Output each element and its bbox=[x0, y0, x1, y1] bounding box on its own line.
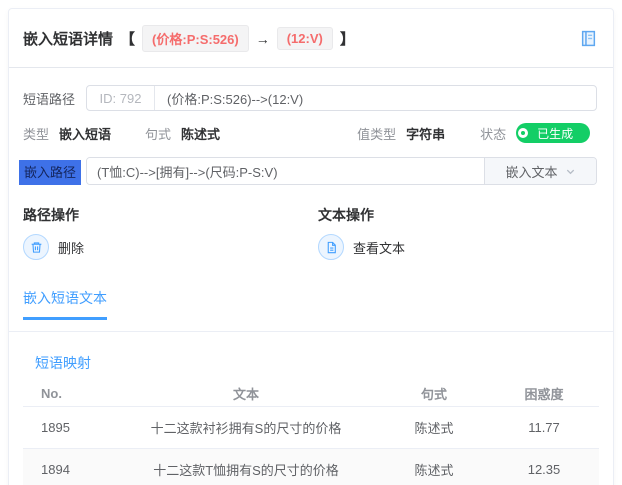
phrase-path-value: (价格:P:S:526)-->(12:V) bbox=[167, 91, 304, 107]
page-title: 嵌入短语详情 bbox=[23, 31, 114, 48]
tab-embed-phrase-text[interactable]: 嵌入短语文本 bbox=[23, 288, 107, 320]
embed-path-label-wrap: 嵌入路径 bbox=[19, 159, 86, 185]
embed-text-dropdown-label: 嵌入文本 bbox=[505, 164, 558, 180]
attributes-row: 类型 嵌入短语 句式 陈述式 值类型 字符串 状态 已生成 bbox=[23, 123, 597, 143]
table-row[interactable]: 1895 十二这款衬衫拥有S的尺寸的价格 陈述式 11.77 bbox=[23, 407, 599, 449]
cell-text: 十二这款衬衫拥有S的尺寸的价格 bbox=[150, 421, 342, 436]
header: 嵌入短语详情 【 (价格:P:S:526) → (12:V) 】 bbox=[9, 9, 613, 68]
chevron-down-icon bbox=[566, 169, 574, 174]
bracket-open: 【 bbox=[120, 31, 136, 48]
cell-text: 十二这款T恤拥有S的尺寸的价格 bbox=[153, 463, 339, 478]
status-toggle[interactable]: 已生成 bbox=[516, 123, 591, 143]
phrase-path-label: 短语路径 bbox=[23, 91, 76, 107]
value-type-value: 字符串 bbox=[406, 126, 446, 142]
embed-path-row: 嵌入路径 (T恤:C)-->[拥有]-->(尺码:P-S:V) 嵌入文本 bbox=[19, 157, 597, 185]
type-pair: 类型 嵌入短语 bbox=[23, 124, 111, 143]
col-header-perplexity: 困惑度 bbox=[524, 387, 564, 402]
detail-card: 嵌入短语详情 【 (价格:P:S:526) → (12:V) 】 短语路径 ID… bbox=[8, 8, 614, 485]
embed-path-label: 嵌入路径 bbox=[19, 159, 82, 185]
document-icon bbox=[327, 241, 336, 253]
target-phrase-tag: (12:V) bbox=[276, 27, 333, 50]
mapping-table: No. 文本 句式 困惑度 1895 十二这款衬衫拥有S的尺寸的价格 陈述式 1… bbox=[23, 381, 599, 485]
path-ops-title: 路径操作 bbox=[23, 207, 79, 223]
delete-button[interactable] bbox=[23, 234, 49, 260]
operations-row: 路径操作 删除 文本操作 查看文本 bbox=[23, 205, 597, 260]
cell-no: 1894 bbox=[41, 462, 70, 477]
value-type-pair: 值类型 字符串 bbox=[357, 124, 445, 143]
bracket-close: 】 bbox=[339, 31, 355, 48]
embed-path-input-group: (T恤:C)-->[拥有]-->(尺码:P-S:V) 嵌入文本 bbox=[86, 157, 597, 185]
col-header-text: 文本 bbox=[232, 387, 259, 402]
cell-pattern: 陈述式 bbox=[414, 463, 454, 478]
trash-icon bbox=[31, 241, 41, 253]
phrase-path-field[interactable]: ID: 792 (价格:P:S:526)-->(12:V) bbox=[86, 85, 597, 111]
phrase-path-row: 短语路径 ID: 792 (价格:P:S:526)-->(12:V) bbox=[23, 85, 597, 111]
phrase-id-prefix: ID: 792 bbox=[87, 86, 155, 110]
toggle-knob-icon bbox=[518, 128, 529, 138]
path-operations-col: 路径操作 删除 bbox=[23, 205, 318, 260]
phrase-mapping-title: 短语映射 bbox=[35, 355, 91, 371]
source-phrase-tag: (价格:P:S:526) bbox=[142, 25, 249, 52]
pattern-label: 句式 bbox=[145, 126, 172, 142]
tabs-bar: 嵌入短语文本 bbox=[23, 288, 597, 320]
embed-text-dropdown[interactable]: 嵌入文本 bbox=[484, 158, 596, 184]
cell-pattern: 陈述式 bbox=[414, 421, 454, 436]
delete-label[interactable]: 删除 bbox=[58, 238, 84, 257]
delete-action: 删除 bbox=[23, 234, 318, 260]
pattern-pair: 句式 陈述式 bbox=[145, 124, 220, 143]
view-text-action: 查看文本 bbox=[318, 234, 597, 260]
type-value: 嵌入短语 bbox=[59, 126, 112, 142]
cell-no: 1895 bbox=[41, 420, 70, 435]
cell-perplexity: 12.35 bbox=[527, 462, 561, 477]
col-header-pattern: 句式 bbox=[420, 387, 447, 402]
pattern-value: 陈述式 bbox=[181, 126, 221, 142]
type-label: 类型 bbox=[23, 126, 50, 142]
view-text-button[interactable] bbox=[318, 234, 344, 260]
value-type-label: 值类型 bbox=[357, 126, 397, 142]
status-badge: 已生成 bbox=[537, 126, 574, 141]
table-row[interactable]: 1894 十二这款T恤拥有S的尺寸的价格 陈述式 12.35 bbox=[23, 449, 599, 485]
text-operations-col: 文本操作 查看文本 bbox=[318, 205, 597, 260]
embed-path-input[interactable]: (T恤:C)-->[拥有]-->(尺码:P-S:V) bbox=[87, 158, 484, 184]
status-label: 状态 bbox=[480, 126, 507, 142]
view-text-label[interactable]: 查看文本 bbox=[353, 238, 405, 257]
status-pair: 状态 已生成 bbox=[480, 123, 591, 143]
notebook-icon[interactable] bbox=[580, 30, 597, 47]
col-header-no: No. bbox=[41, 386, 62, 401]
table-header-row: No. 文本 句式 困惑度 bbox=[23, 381, 599, 407]
arrow-icon: → bbox=[255, 30, 270, 47]
text-ops-title: 文本操作 bbox=[318, 207, 374, 223]
section-divider bbox=[9, 331, 613, 332]
cell-perplexity: 11.77 bbox=[528, 420, 560, 435]
